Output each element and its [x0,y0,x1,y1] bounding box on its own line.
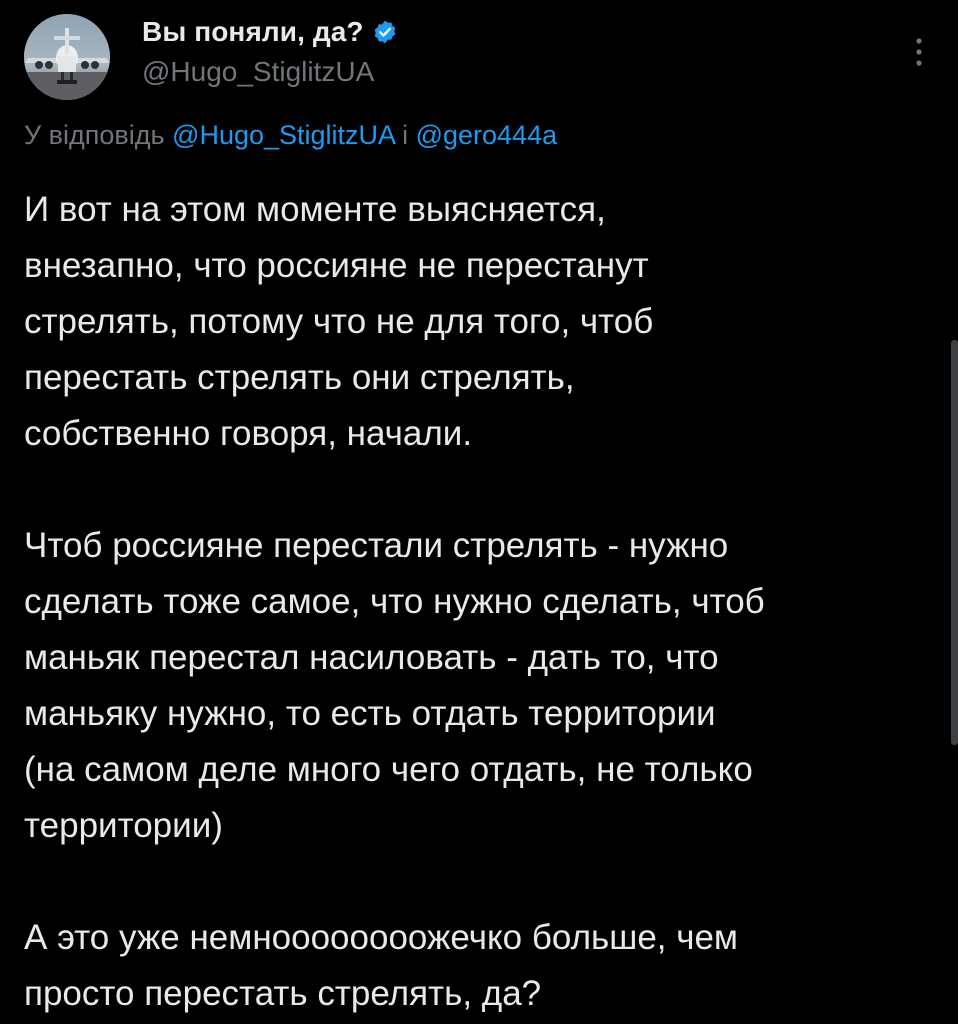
scrollbar-thumb[interactable] [951,340,958,745]
airplane-avatar-image [24,14,110,100]
display-name[interactable]: Вы поняли, да? [142,16,364,48]
verified-badge-icon [372,19,398,45]
more-vertical-icon [916,38,922,66]
author-handle[interactable]: @Hugo_StiglitzUA [142,56,398,88]
reply-joiner: і [394,120,416,150]
reply-mention-link[interactable]: @gero444a [416,120,558,150]
reply-prefix: У відповідь [24,120,173,150]
avatar[interactable] [24,14,110,100]
reply-mention-link[interactable]: @Hugo_StiglitzUA [172,120,395,150]
reply-context: У відповідь @Hugo_StiglitzUA і @gero444a [24,120,557,151]
author-info: Вы поняли, да? @Hugo_StiglitzUA [142,14,398,88]
tweet-header: Вы поняли, да? @Hugo_StiglitzUA [24,12,934,102]
more-options-button[interactable] [904,30,934,74]
display-name-row: Вы поняли, да? [142,14,398,50]
tweet-text: И вот на этом моменте выясняется, внезап… [24,190,765,1013]
